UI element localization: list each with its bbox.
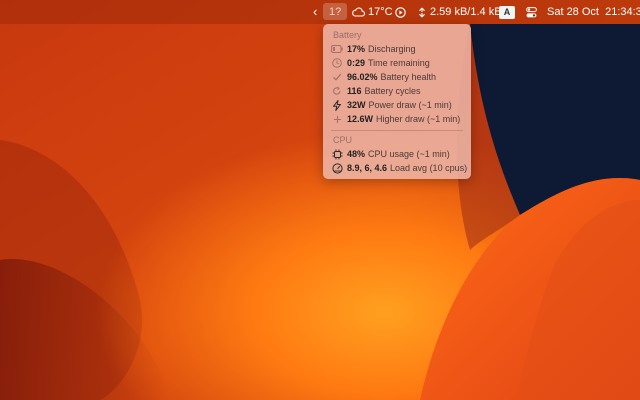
weather-item[interactable]: 17°C: [352, 0, 393, 24]
menu-extra-label: 1?: [329, 6, 342, 18]
battery-cycles-label: Battery cycles: [364, 86, 421, 96]
desktop-wallpaper: [0, 0, 640, 400]
bolt-icon: [331, 99, 343, 111]
weather-temp: 17°C: [368, 6, 393, 18]
cpu-usage-row[interactable]: 48% CPU usage (~1 min): [331, 147, 450, 161]
higher-draw-label: Higher draw (~1 min): [376, 114, 461, 124]
time-remaining-label: Time remaining: [368, 58, 430, 68]
input-source-button[interactable]: A: [499, 0, 515, 24]
checkmark-icon: [331, 71, 343, 83]
battery-cpu-dropdown: Battery 17% Discharging 0:29 Time remain…: [323, 24, 471, 179]
gauge-icon: [331, 162, 343, 174]
menu-extra-button[interactable]: 1?: [329, 0, 341, 24]
chevron-glyph: ‹: [313, 4, 318, 19]
battery-cycles-row[interactable]: 116 Battery cycles: [331, 84, 421, 98]
network-speed: 2.59 kB/1.4 kB: [430, 6, 502, 18]
clock-icon: [331, 57, 343, 69]
battery-health-row[interactable]: 96.02% Battery health: [331, 70, 436, 84]
control-center-icon: [526, 6, 537, 17]
cpu-usage-label: CPU usage (~1 min): [368, 149, 450, 159]
battery-icon: [331, 43, 343, 55]
play-circle-icon: [395, 6, 406, 18]
battery-percent: 17%: [347, 44, 366, 54]
higher-draw-row[interactable]: 12.6W Higher draw (~1 min): [331, 112, 460, 126]
plus-icon: [331, 113, 343, 125]
clock-item[interactable]: Sat 28 Oct 21:34:33: [547, 0, 640, 24]
battery-health-label: Battery health: [380, 72, 437, 82]
power-draw-row[interactable]: 32W Power draw (~1 min): [331, 98, 452, 112]
power-draw-label: Power draw (~1 min): [368, 100, 452, 110]
battery-health-value: 96.02%: [347, 72, 378, 82]
network-item[interactable]: 2.59 kB/1.4 kB: [418, 0, 502, 24]
battery-status-row[interactable]: 17% Discharging: [331, 42, 416, 56]
section-divider: [331, 130, 463, 131]
cycle-arrow-icon: [331, 85, 343, 97]
battery-status-label: Discharging: [368, 44, 416, 54]
cpu-chip-icon: [331, 148, 343, 160]
load-average-row[interactable]: 8.9, 6, 4.6 Load avg (10 cpus): [331, 161, 467, 175]
higher-draw-value: 12.6W: [347, 114, 374, 124]
datetime-text: Sat 28 Oct 21:34:33: [547, 6, 640, 18]
load-average-label: Load avg (10 cpus): [390, 163, 468, 173]
battery-cycles-value: 116: [347, 86, 362, 96]
load-average-value: 8.9, 6, 4.6: [347, 163, 388, 173]
cloud-icon: [352, 7, 365, 17]
power-draw-value: 32W: [347, 100, 366, 110]
chevron-left-icon[interactable]: ‹: [313, 0, 317, 24]
menu-bar: ‹ 1? 17°C 2.59 kB/1.4 kB A Sat 28 Oct 21…: [0, 0, 640, 24]
input-source-badge: A: [499, 5, 515, 19]
cpu-section-header: CPU: [333, 135, 353, 145]
battery-section-header: Battery: [333, 30, 362, 40]
up-down-arrows-icon: [419, 7, 425, 17]
control-center-button[interactable]: [526, 0, 537, 24]
time-remaining-value: 0:29: [347, 58, 366, 68]
cpu-usage-value: 48%: [347, 149, 366, 159]
time-remaining-row[interactable]: 0:29 Time remaining: [331, 56, 430, 70]
media-button[interactable]: [395, 0, 406, 24]
